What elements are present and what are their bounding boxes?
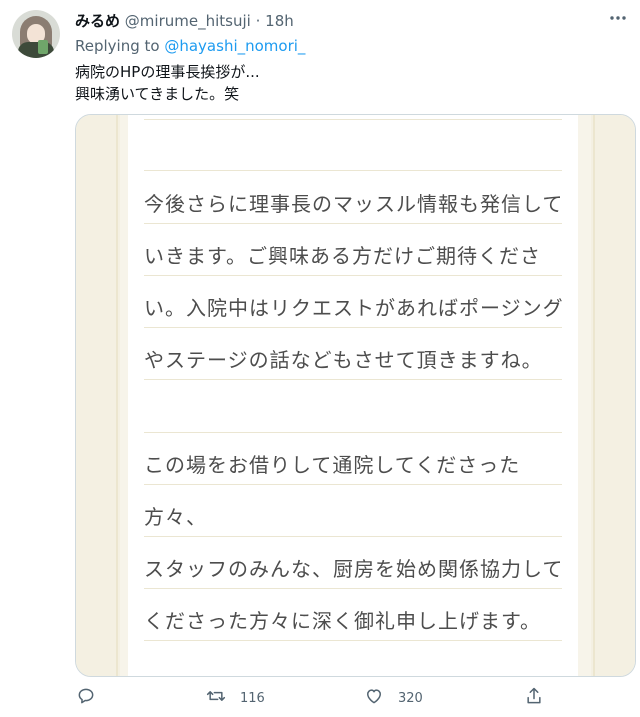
avatar[interactable] [12,10,60,58]
separator-dot: · [255,12,261,30]
more-icon[interactable] [608,8,628,33]
paper-border-left [76,115,120,676]
image-text-line: くださった方々に深く御礼申し上げます。 [144,609,541,633]
like-count: 320 [398,690,423,706]
image-text-line: 今後さらに理事長のマッスル情報も発信して [144,192,564,216]
tweet-actions: 116 320 [0,686,640,714]
user-handle[interactable]: @mirume_hitsuji [125,12,251,30]
share-button[interactable] [524,686,544,710]
retweet-count: 116 [240,690,265,706]
image-text-line: 方々、 [144,505,207,529]
image-text-line: スタッフのみんな、厨房を始め関係協力して [144,557,564,581]
heart-icon [364,686,384,710]
reply-mention-link[interactable]: @hayashi_nomori_ [164,37,305,55]
ruled-line [144,119,562,120]
paper-border-right [591,115,635,676]
ruled-line [144,640,562,641]
lined-paper: 今後さらに理事長のマッスル情報も発信して いきます。ご興味ある方だけご期待くださ… [128,115,578,676]
ruled-line [144,275,562,276]
tweet-text: 病院のHPの理事長挨拶が... 興味湧いてきました。笑 [75,61,260,105]
image-text-line: やステージの話などもさせて頂きますね。 [144,348,543,372]
ruled-line [144,223,562,224]
image-text-line: この場をお借りして通院してくださった [144,453,521,477]
avatar-cup [38,40,48,54]
border-line [116,115,118,676]
tweet-time[interactable]: 18h [265,12,294,30]
avatar-body [18,42,54,58]
replying-prefix: Replying to [75,37,160,55]
tweet-text-line: 興味湧いてきました。笑 [75,85,240,103]
reply-button[interactable] [76,686,110,710]
retweet-button[interactable]: 116 [206,686,265,710]
image-text-line: いきます。ご興味ある方だけご期待くださ [144,244,541,268]
replying-to: Replying to @hayashi_nomori_ [75,37,305,55]
image-text-line: い。入院中はリクエストがあればポージング [144,296,564,320]
ruled-line [144,379,562,380]
retweet-icon [206,686,226,710]
share-icon [524,686,544,710]
tweet-image[interactable]: 今後さらに理事長のマッスル情報も発信して いきます。ご興味ある方だけご期待くださ… [75,114,636,677]
border-line [593,115,595,676]
tweet-text-line: 病院のHPの理事長挨拶が... [75,63,260,81]
ruled-line [144,432,562,433]
ruled-line [144,588,562,589]
ruled-line [144,327,562,328]
ruled-line [144,536,562,537]
display-name[interactable]: みるめ [75,12,120,30]
tweet-header: みるめ @mirume_hitsuji · 18h [75,10,294,31]
ruled-line [144,484,562,485]
reply-icon [76,686,96,710]
like-button[interactable]: 320 [364,686,423,710]
ruled-line [144,170,562,171]
